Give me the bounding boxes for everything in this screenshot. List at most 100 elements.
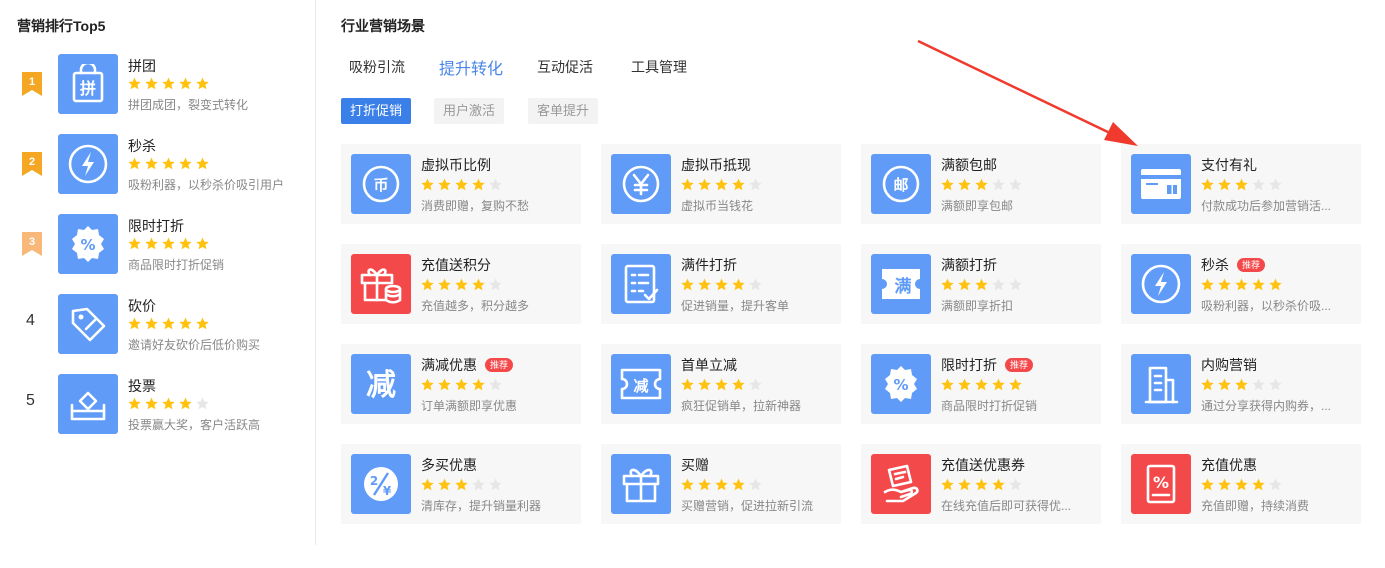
scene-card[interactable]: % 限时打折 推荐 商品限时打折促销 — [861, 344, 1101, 424]
payment-gift-card-icon — [1131, 154, 1191, 214]
scene-subtab[interactable]: 客单提升 — [528, 98, 599, 124]
star-icon — [958, 278, 971, 291]
scene-card[interactable]: 减 满减优惠 推荐 订单满额即享优惠 — [341, 344, 581, 424]
rank-name: 拼团 — [128, 58, 156, 74]
svg-text:减: 减 — [366, 368, 396, 403]
star-icon — [162, 237, 175, 250]
star-icon — [681, 378, 694, 391]
star-icon — [438, 278, 451, 291]
card-name: 秒杀 — [1201, 257, 1229, 273]
rank-desc: 吸粉利器，以秒杀价吸引用户 — [128, 178, 285, 192]
svg-text:%: % — [893, 376, 908, 394]
star-icon — [421, 178, 434, 191]
price-tag-icon — [58, 294, 118, 354]
star-icon — [421, 478, 434, 491]
post-icon: 邮 — [871, 154, 931, 214]
yen-coin-icon — [611, 154, 671, 214]
card-name: 首单立减 — [681, 357, 737, 373]
star-icon — [715, 178, 728, 191]
scene-card[interactable]: 减 首单立减 疯狂促销单，拉新神器 — [601, 344, 841, 424]
reduce-ticket-icon: 减 — [611, 354, 671, 414]
rank-item[interactable]: 2 秒杀 吸粉利器，以秒杀价吸引用户 — [0, 134, 316, 194]
star-icon — [1252, 178, 1265, 191]
percent-ticket-icon: % — [1131, 454, 1191, 514]
card-name-row: 满额包邮 — [941, 155, 997, 175]
scene-tab[interactable]: 吸粉引流 — [349, 57, 405, 77]
card-name: 充值送积分 — [421, 257, 491, 273]
scene-card[interactable]: 虚拟币抵现 虚拟币当钱花 — [601, 144, 841, 224]
star-icon — [472, 378, 485, 391]
star-icon — [715, 478, 728, 491]
star-icon — [958, 478, 971, 491]
star-icon — [455, 478, 468, 491]
star-icon — [1235, 478, 1248, 491]
scene-card[interactable]: 支付有礼 付款成功后参加营销活... — [1121, 144, 1361, 224]
rank-item[interactable]: 3% 限时打折 商品限时打折促销 — [0, 214, 316, 274]
scene-tab[interactable]: 工具管理 — [631, 57, 687, 77]
star-icon — [958, 178, 971, 191]
scene-card[interactable]: 满 满额打折 满额即享折扣 — [861, 244, 1101, 324]
star-icon — [145, 77, 158, 90]
scene-card[interactable]: 充值送优惠券 在线充值后即可获得优... — [861, 444, 1101, 524]
star-icon — [128, 317, 141, 330]
star-icon — [162, 77, 175, 90]
star-icon — [1009, 278, 1022, 291]
card-desc: 通过分享获得内购券，... — [1201, 399, 1332, 413]
discount-yen-icon: 2 ¥ — [351, 454, 411, 514]
scene-card[interactable]: 满件打折 促进销量，提升客单 — [601, 244, 841, 324]
reduce-icon: 减 — [351, 354, 411, 414]
scene-card[interactable]: 币 虚拟币比例 消费即赠，复购不愁 — [341, 144, 581, 224]
star-icon — [1235, 278, 1248, 291]
star-icon — [489, 378, 502, 391]
card-desc: 满额即享折扣 — [941, 299, 1014, 313]
star-icon — [681, 178, 694, 191]
card-name: 内购营销 — [1201, 357, 1257, 373]
ballot-box-icon — [58, 374, 118, 434]
card-desc: 满额即享包邮 — [941, 199, 1014, 213]
star-icon — [179, 397, 192, 410]
rank-badge: 3 — [22, 232, 42, 256]
card-name: 满额打折 — [941, 257, 997, 273]
star-icon — [1235, 178, 1248, 191]
scene-card[interactable]: 内购营销 通过分享获得内购券，... — [1121, 344, 1361, 424]
star-icon — [698, 378, 711, 391]
star-icon — [162, 157, 175, 170]
card-name: 多买优惠 — [421, 457, 477, 473]
scene-subtab[interactable]: 用户激活 — [434, 98, 505, 124]
rank-item[interactable]: 4 砍价 邀请好友砍价后低价购买 — [0, 294, 316, 354]
star-icon — [421, 278, 434, 291]
scene-card[interactable]: 秒杀 推荐 吸粉利器，以秒杀价吸... — [1121, 244, 1361, 324]
scene-card[interactable]: 充值送积分 充值越多，积分越多 — [341, 244, 581, 324]
scene-card[interactable]: 邮 满额包邮 满额即享包邮 — [861, 144, 1101, 224]
scene-subtab[interactable]: 打折促销 — [341, 98, 412, 124]
rating-stars — [128, 397, 209, 410]
card-name: 满减优惠 — [421, 357, 477, 373]
star-icon — [196, 77, 209, 90]
rank-number: 5 — [26, 392, 35, 409]
rating-stars — [681, 178, 762, 191]
star-icon — [196, 157, 209, 170]
rank-name: 秒杀 — [128, 138, 156, 154]
card-desc: 订单满额即享优惠 — [421, 399, 518, 413]
star-icon — [941, 478, 954, 491]
scene-card[interactable]: % 充值优惠 充值即赠，持续消费 — [1121, 444, 1361, 524]
scene-card[interactable]: 买赠 买赠营销，促进拉新引流 — [601, 444, 841, 524]
star-icon — [1252, 378, 1265, 391]
star-icon — [941, 278, 954, 291]
scene-card[interactable]: 2 ¥ 多买优惠 清库存，提升销量利器 — [341, 444, 581, 524]
card-name: 充值优惠 — [1201, 457, 1257, 473]
star-icon — [1201, 278, 1214, 291]
star-icon — [438, 378, 451, 391]
scene-tab[interactable]: 提升转化 — [439, 55, 503, 79]
card-name-row: 充值优惠 — [1201, 455, 1257, 475]
checklist-icon — [611, 254, 671, 314]
star-icon — [128, 397, 141, 410]
star-icon — [196, 317, 209, 330]
star-icon — [145, 157, 158, 170]
rank-item[interactable]: 1 拼 拼团 拼团成团，裂变式转化 — [0, 54, 316, 114]
scene-tab[interactable]: 互动促活 — [537, 57, 593, 77]
star-icon — [749, 178, 762, 191]
star-icon — [1252, 278, 1265, 291]
star-icon — [179, 157, 192, 170]
rank-item[interactable]: 5 投票 投票赢大奖，客户活跃高 — [0, 374, 316, 434]
